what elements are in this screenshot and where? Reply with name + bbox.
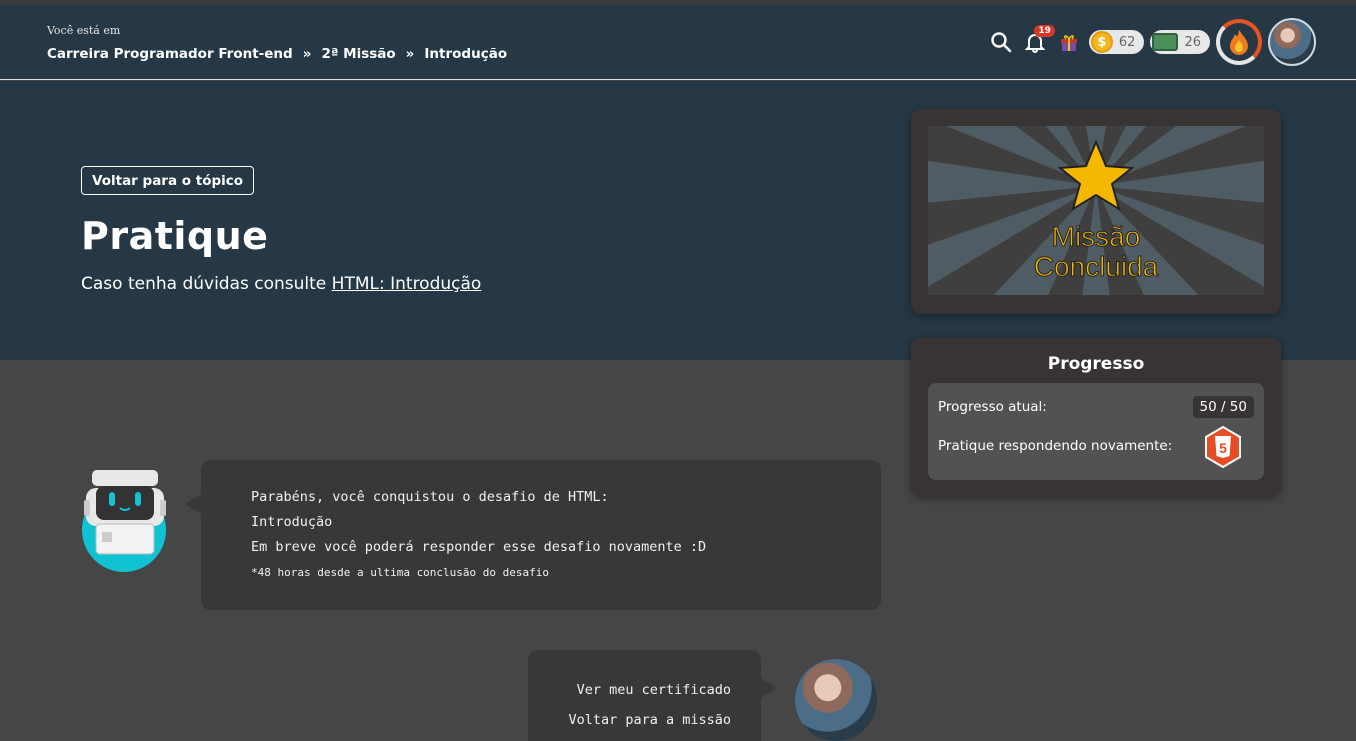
current-progress-label: Progresso atual: bbox=[938, 399, 1047, 415]
bell-icon[interactable]: 19 bbox=[1021, 25, 1055, 56]
back-to-mission-option[interactable]: Voltar para a missão bbox=[568, 712, 731, 728]
breadcrumb-separator: » bbox=[405, 46, 415, 62]
page-title: Pratique bbox=[81, 214, 269, 258]
user-avatar[interactable] bbox=[1268, 18, 1316, 66]
html5-icon[interactable]: 5 bbox=[1204, 426, 1242, 468]
coins-value: 62 bbox=[1118, 34, 1136, 50]
header-actions: 19 $ 62 26 bbox=[987, 18, 1316, 66]
mission-complete-image: Missão Concluida bbox=[928, 126, 1264, 295]
current-progress-value: 50 / 50 bbox=[1192, 396, 1254, 418]
ticket-icon bbox=[1152, 33, 1179, 51]
bot-message-note: *48 horas desde a ultima conclusão do de… bbox=[251, 566, 550, 579]
progress-title: Progresso bbox=[1047, 354, 1145, 374]
bot-message-line1: Parabéns, você conquistou o desafio de H… bbox=[251, 489, 609, 505]
page-subtitle: Caso tenha dúvidas consulte HTML: Introd… bbox=[81, 274, 481, 294]
html5-badge-text: 5 bbox=[1219, 440, 1227, 456]
view-certificate-option[interactable]: Ver meu certificado bbox=[577, 682, 731, 698]
back-to-topic-button[interactable]: Voltar para o tópico bbox=[81, 166, 255, 195]
location-label: Você está em bbox=[47, 24, 121, 37]
subtitle-text: Caso tenha dúvidas consulte bbox=[81, 274, 332, 294]
bot-message-line3: Em breve você poderá responder esse desa… bbox=[251, 539, 707, 555]
fire-icon bbox=[1230, 30, 1248, 55]
practice-again-label: Pratique respondendo novamente: bbox=[938, 438, 1173, 454]
robot-avatar bbox=[82, 470, 166, 572]
notification-count: 19 bbox=[1034, 25, 1055, 37]
gift-icon[interactable] bbox=[1055, 28, 1083, 56]
breadcrumb-career[interactable]: Carreira Programador Front-end bbox=[47, 46, 293, 62]
user-options-bubble: Ver meu certificado Voltar para a missão bbox=[528, 650, 777, 741]
tickets-value: 26 bbox=[1184, 34, 1201, 50]
tickets-counter[interactable]: 26 bbox=[1150, 30, 1210, 54]
breadcrumb: Carreira Programador Front-end » 2ª Miss… bbox=[47, 46, 507, 62]
mission-line1: Missão bbox=[1052, 221, 1141, 252]
breadcrumb-mission[interactable]: 2ª Missão bbox=[321, 46, 395, 62]
search-icon[interactable] bbox=[987, 28, 1015, 56]
mission-line2: Concluida bbox=[1034, 251, 1159, 282]
chat-user-avatar bbox=[795, 659, 877, 741]
progress-card: Progresso Progresso atual: 50 / 50 Prati… bbox=[911, 338, 1281, 496]
mission-complete-card: Missão Concluida bbox=[911, 109, 1281, 314]
breadcrumb-separator: » bbox=[302, 46, 312, 62]
top-header: Você está em Carreira Programador Front-… bbox=[0, 5, 1356, 80]
bot-message-bubble: Parabéns, você conquistou o desafio de H… bbox=[185, 460, 881, 610]
streak-ring[interactable] bbox=[1216, 19, 1262, 65]
topic-link[interactable]: HTML: Introdução bbox=[332, 274, 482, 294]
progress-details: Progresso atual: 50 / 50 Pratique respon… bbox=[928, 383, 1264, 480]
coins-counter[interactable]: $ 62 bbox=[1088, 30, 1145, 54]
bot-message-line2: Introdução bbox=[251, 514, 333, 530]
coin-icon: $ bbox=[1090, 31, 1113, 53]
breadcrumb-topic[interactable]: Introdução bbox=[424, 46, 507, 62]
